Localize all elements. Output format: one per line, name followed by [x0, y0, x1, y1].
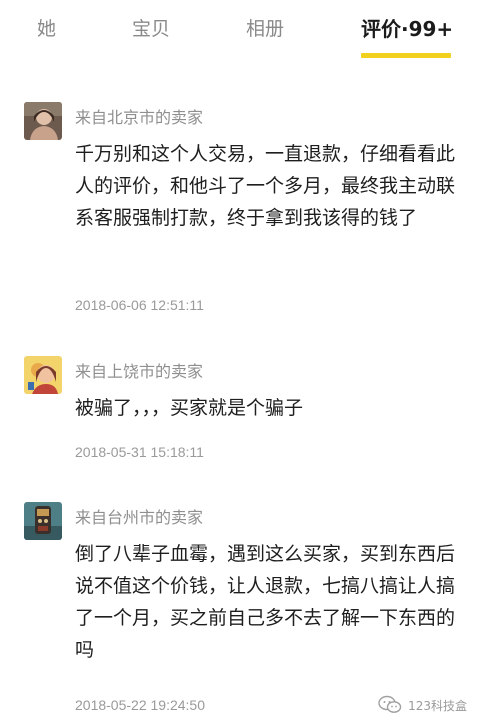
- review-content: 千万别和这个人交易，一直退款，仔细看看此人的评价，和他斗了一个多月，最终我主动联…: [75, 143, 456, 229]
- review-date: 2018-06-06 12:51:11: [75, 297, 204, 313]
- tab-reviews[interactable]: 评价·99+: [361, 14, 453, 44]
- active-tab-indicator: [361, 53, 451, 58]
- tab-her[interactable]: 她: [37, 14, 56, 44]
- review-date: 2018-05-22 19:24:50: [75, 697, 205, 713]
- review-content: 被骗了，，，买家就是个骗子: [75, 397, 304, 419]
- tab-bar: 她 宝贝 相册 评价·99+: [0, 0, 479, 72]
- tab-album[interactable]: 相册: [246, 14, 284, 44]
- watermark-text: 123科技盒: [408, 698, 467, 713]
- watermark: 123科技盒: [378, 694, 467, 716]
- wechat-icon: [378, 695, 402, 713]
- avatar[interactable]: [24, 356, 62, 394]
- review-author: 来自台州市的卖家: [75, 508, 204, 527]
- avatar[interactable]: [24, 502, 62, 540]
- tab-items[interactable]: 宝贝: [132, 14, 170, 44]
- review-author: 来自上饶市的卖家: [75, 362, 204, 381]
- review-author: 来自北京市的卖家: [75, 108, 204, 127]
- review-date: 2018-05-31 15:18:11: [75, 444, 204, 460]
- avatar[interactable]: [24, 102, 62, 140]
- review-content: 倒了八辈子血霉，遇到这么买家，买到东西后说不值这个价钱，让人退款，七搞八搞让人搞…: [75, 543, 456, 661]
